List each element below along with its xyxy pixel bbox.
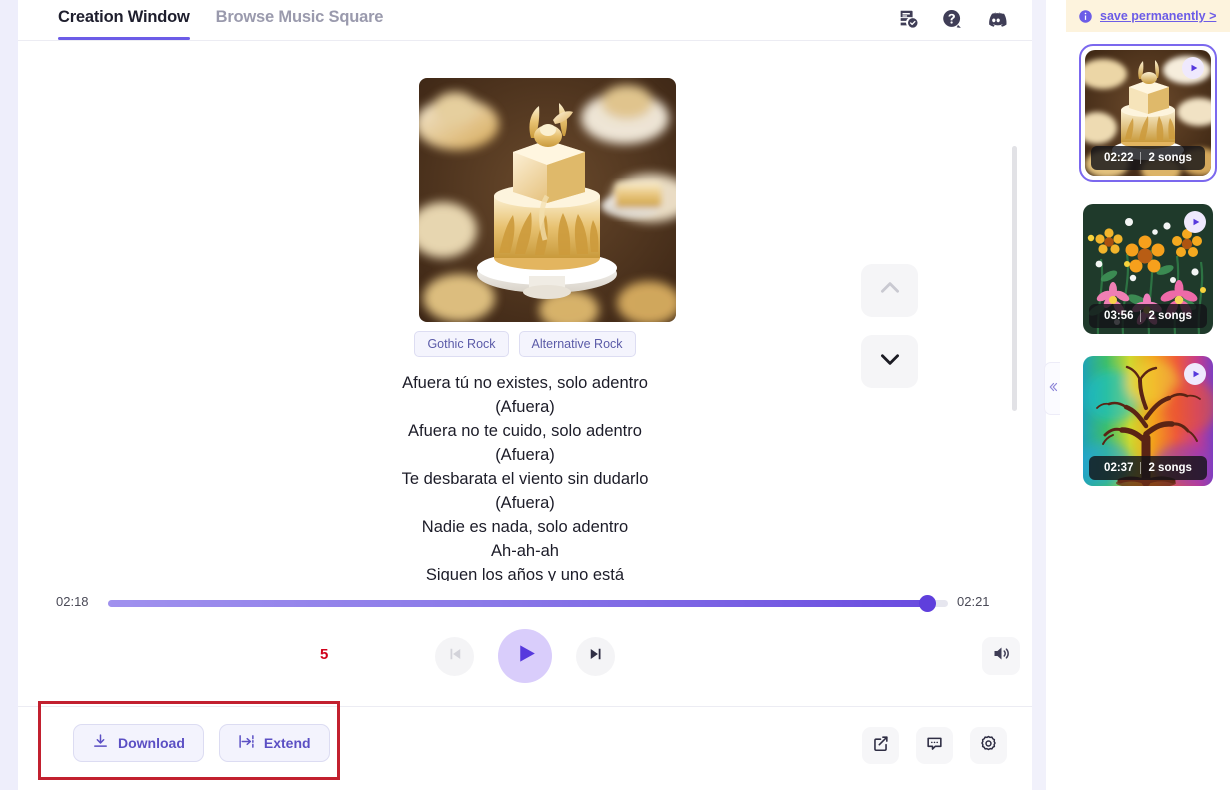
lyric-line: Ah-ah-ah: [491, 542, 559, 560]
extend-button-label: Extend: [263, 735, 311, 751]
genre-tag-gothic-rock[interactable]: Gothic Rock: [414, 331, 509, 357]
volume-icon: [991, 643, 1012, 669]
download-button[interactable]: Download: [73, 724, 204, 762]
volume-button[interactable]: [982, 637, 1020, 675]
genre-tag-alternative-rock[interactable]: Alternative Rock: [518, 331, 636, 357]
lyric-line: Te desbarata el viento sin dudarlo: [401, 470, 649, 488]
lyric-line: Nadie es nada, solo adentro: [421, 518, 629, 536]
comment-button[interactable]: [916, 727, 953, 764]
thumbnail-song-count: 2 songs: [1148, 152, 1192, 164]
download-button-label: Download: [118, 735, 185, 751]
header-icon-group: [897, 8, 1007, 30]
chevron-double-left-icon: [1047, 380, 1059, 398]
settings-button[interactable]: [970, 727, 1007, 764]
total-time-label: 02:21: [957, 594, 990, 609]
meta-separator: [1140, 310, 1142, 322]
lyric-line: Siguen los años y uno está: [425, 566, 625, 581]
skip-forward-icon: [587, 645, 605, 668]
thumbnail-song-count: 2 songs: [1148, 462, 1192, 474]
thumbnail-duration: 02:37: [1104, 462, 1134, 474]
thumbnail-meta: 02:37 2 songs: [1089, 456, 1207, 480]
lyrics-panel: Afuera tú no existes, solo adentro (Afue…: [18, 371, 1032, 581]
list-item[interactable]: 02:37 2 songs: [1079, 356, 1217, 486]
extend-icon: [238, 733, 255, 753]
progress-slider[interactable]: [108, 595, 948, 612]
left-rail: [0, 0, 18, 790]
chevron-up-icon: [877, 275, 903, 306]
scroll-down-button[interactable]: [861, 335, 918, 388]
thumbnail-play-button[interactable]: [1184, 211, 1206, 233]
scroll-up-button[interactable]: [861, 264, 918, 317]
meta-separator: [1140, 462, 1142, 474]
list-item[interactable]: 02:22 2 songs: [1079, 44, 1217, 182]
collapse-sidebar-handle[interactable]: [1044, 362, 1060, 415]
progress-knob[interactable]: [919, 595, 936, 612]
content-area: Gothic Rock Alternative Rock Afuera tú n…: [18, 41, 1032, 581]
lyric-line: (Afuera): [495, 494, 555, 512]
lyric-line: (Afuera): [495, 446, 555, 464]
info-icon: [1078, 9, 1093, 24]
document-check-icon[interactable]: [897, 8, 919, 30]
thumbnail-play-button[interactable]: [1184, 363, 1206, 385]
thumbnail-meta: 03:56 2 songs: [1089, 304, 1207, 328]
thumbnail-play-button[interactable]: [1182, 57, 1204, 79]
track-thumbnail-list: 02:22 2 songs 03:56 2 songs 02:37 2 song…: [1066, 44, 1230, 508]
thumbnail-art-golden-cakes[interactable]: 02:22 2 songs: [1085, 50, 1211, 176]
discord-icon[interactable]: [985, 8, 1007, 30]
main-panel: Creation Window Browse Music Square Goth…: [18, 0, 1032, 790]
comment-icon: [925, 734, 944, 758]
thumbnail-song-count: 2 songs: [1148, 310, 1192, 322]
lyric-line: Afuera no te cuido, solo adentro: [408, 422, 642, 440]
play-icon: [511, 641, 539, 671]
playback-button-group: [18, 629, 1032, 683]
current-time-label: 02:18: [56, 594, 89, 609]
meta-separator: [1140, 152, 1142, 164]
play-icon: [1188, 63, 1199, 73]
skip-back-icon: [446, 645, 464, 668]
play-icon: [1190, 217, 1201, 227]
save-permanently-link[interactable]: save permanently >: [1100, 9, 1216, 23]
play-button[interactable]: [498, 629, 552, 683]
album-art-wrapper: [419, 78, 676, 322]
share-external-icon: [871, 734, 890, 758]
list-item[interactable]: 03:56 2 songs: [1079, 204, 1217, 334]
thumbnail-art-flower-field[interactable]: 03:56 2 songs: [1083, 204, 1213, 334]
bottom-icon-group: [862, 727, 1007, 764]
progress-row: 02:18 02:21: [18, 592, 1032, 614]
header: Creation Window Browse Music Square: [18, 0, 1032, 41]
help-circle-icon[interactable]: [941, 8, 963, 30]
tab-browse-music-square[interactable]: Browse Music Square: [216, 0, 384, 40]
share-external-button[interactable]: [862, 727, 899, 764]
chevron-down-icon: [877, 346, 903, 377]
tab-bar: Creation Window Browse Music Square: [58, 0, 383, 40]
settings-gear-icon: [979, 734, 998, 758]
download-icon: [92, 733, 109, 753]
transport-controls: 5: [18, 629, 1032, 683]
tab-creation-window-label: Creation Window: [58, 8, 190, 26]
previous-track-button[interactable]: [435, 636, 474, 676]
tab-browse-music-square-label: Browse Music Square: [215, 8, 384, 26]
thumbnail-duration: 03:56: [1104, 310, 1134, 322]
progress-fill: [108, 600, 927, 607]
next-track-button[interactable]: [576, 636, 615, 676]
extend-button[interactable]: Extend: [218, 724, 330, 762]
content-scrollbar[interactable]: [1012, 146, 1017, 411]
track-nav-buttons: [861, 264, 918, 388]
lyric-line: (Afuera): [495, 398, 555, 416]
app-root: Creation Window Browse Music Square Goth…: [0, 0, 1230, 790]
bottom-bar: Download Extend: [18, 701, 1032, 790]
save-permanently-banner: save permanently >: [1066, 0, 1230, 32]
thumbnail-art-rainbow-tree[interactable]: 02:37 2 songs: [1083, 356, 1213, 486]
right-sidebar: save permanently > 02:22 2 songs 03:56 2…: [1066, 0, 1230, 790]
thumbnail-duration: 02:22: [1104, 152, 1134, 164]
tab-creation-window[interactable]: Creation Window: [58, 0, 190, 40]
thumbnail-meta: 02:22 2 songs: [1091, 146, 1205, 170]
album-art: [419, 78, 676, 322]
play-icon: [1190, 369, 1201, 379]
action-button-group: Download Extend: [73, 724, 330, 762]
